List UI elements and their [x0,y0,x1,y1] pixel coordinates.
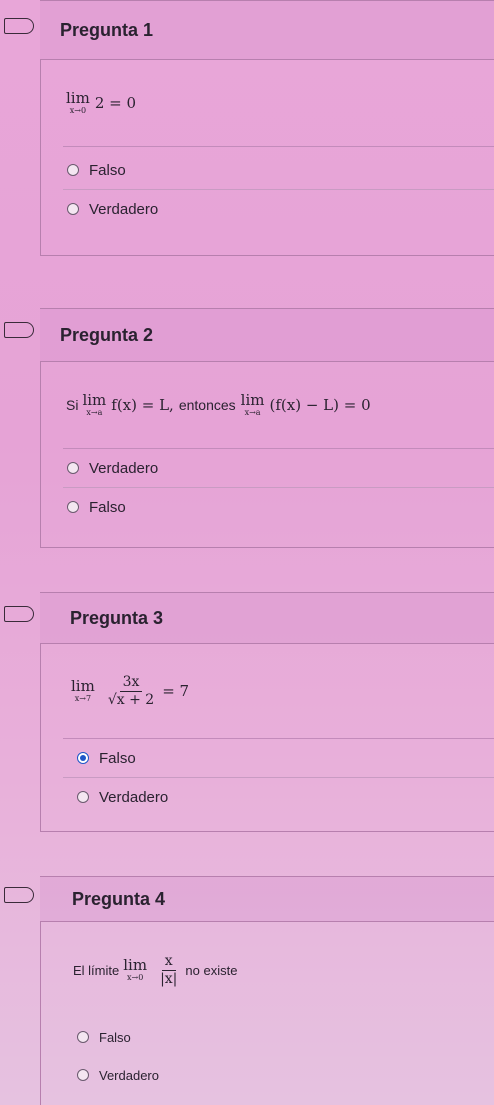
fraction: x |x| [160,952,178,987]
expression: 2 = 0 [94,94,137,112]
question-header: Pregunta 1 [40,0,494,60]
question-header: Pregunta 3 [40,592,494,644]
radio-button[interactable] [67,462,79,474]
option-falso[interactable]: Falso [41,739,494,777]
question-header: Pregunta 4 [40,876,494,922]
radio-button-selected[interactable] [77,752,89,764]
question-statement: Si lim x→a f(x) = L, entonces lim x→a (f… [66,391,371,418]
expression: = 7 [162,682,190,700]
question-flag-icon[interactable] [4,322,34,338]
question-card-1: Pregunta 1 lim x→0 2 = 0 Falso Verdadero [40,0,494,256]
limit-operator: lim x→0 [123,956,148,983]
limit-operator: lim x→a [82,391,107,418]
radio-button[interactable] [67,203,79,215]
option-label: Verdadero [89,200,159,218]
question-title: Pregunta 4 [72,888,166,909]
question-body: Si lim x→a f(x) = L, entonces lim x→a (f… [40,362,494,548]
radio-button[interactable] [77,791,89,803]
option-label: Falso [89,161,126,179]
option-verdadero[interactable]: Verdadero [41,778,494,816]
limit-operator: lim x→a [240,391,265,418]
option-label: Verdadero [99,788,169,806]
question-card-2: Pregunta 2 Si lim x→a f(x) = L, entonces… [40,308,494,548]
question-statement: El límite lim x→0 x |x| no existe [73,952,238,987]
question-body: lim x→0 2 = 0 Falso Verdadero [40,60,494,256]
question-title: Pregunta 1 [60,19,154,40]
question-card-3: Pregunta 3 lim x→7 3x √x + 2 = 7 Falso V… [40,592,494,832]
option-falso[interactable]: Falso [41,151,494,189]
question-flag-icon[interactable] [4,606,34,622]
option-label: Falso [99,1029,131,1045]
question-title: Pregunta 2 [60,324,154,345]
option-falso[interactable]: Falso [41,1018,494,1056]
option-verdadero[interactable]: Verdadero [41,449,494,487]
radio-button[interactable] [77,1069,89,1081]
option-verdadero[interactable]: Verdadero [41,1056,494,1094]
question-flag-icon[interactable] [4,18,34,34]
expression: f(x) = L, [111,396,174,414]
radio-button[interactable] [77,1031,89,1043]
question-card-4: Pregunta 4 El límite lim x→0 x |x| no ex… [40,876,494,1105]
question-statement: lim x→7 3x √x + 2 = 7 [41,644,494,738]
option-label: Verdadero [99,1067,159,1083]
question-title: Pregunta 3 [70,607,164,628]
fraction: 3x √x + 2 [107,673,155,708]
radio-button[interactable] [67,501,79,513]
option-label: Falso [89,498,126,516]
radio-button[interactable] [67,164,79,176]
option-falso[interactable]: Falso [41,488,494,526]
limit-operator: lim x→7 [71,677,95,704]
question-flag-icon[interactable] [4,887,34,903]
limit-operator: lim x→0 [66,89,90,116]
question-body: lim x→7 3x √x + 2 = 7 Falso Verdadero [40,644,494,832]
question-header: Pregunta 2 [40,308,494,362]
option-verdadero[interactable]: Verdadero [41,190,494,228]
question-body: El límite lim x→0 x |x| no existe Falso … [40,922,494,1105]
option-label: Falso [99,749,136,767]
expression: (f(x) − L) = 0 [269,396,371,414]
option-label: Verdadero [89,459,159,477]
divider [63,146,494,147]
question-statement: lim x→0 2 = 0 [41,60,494,146]
